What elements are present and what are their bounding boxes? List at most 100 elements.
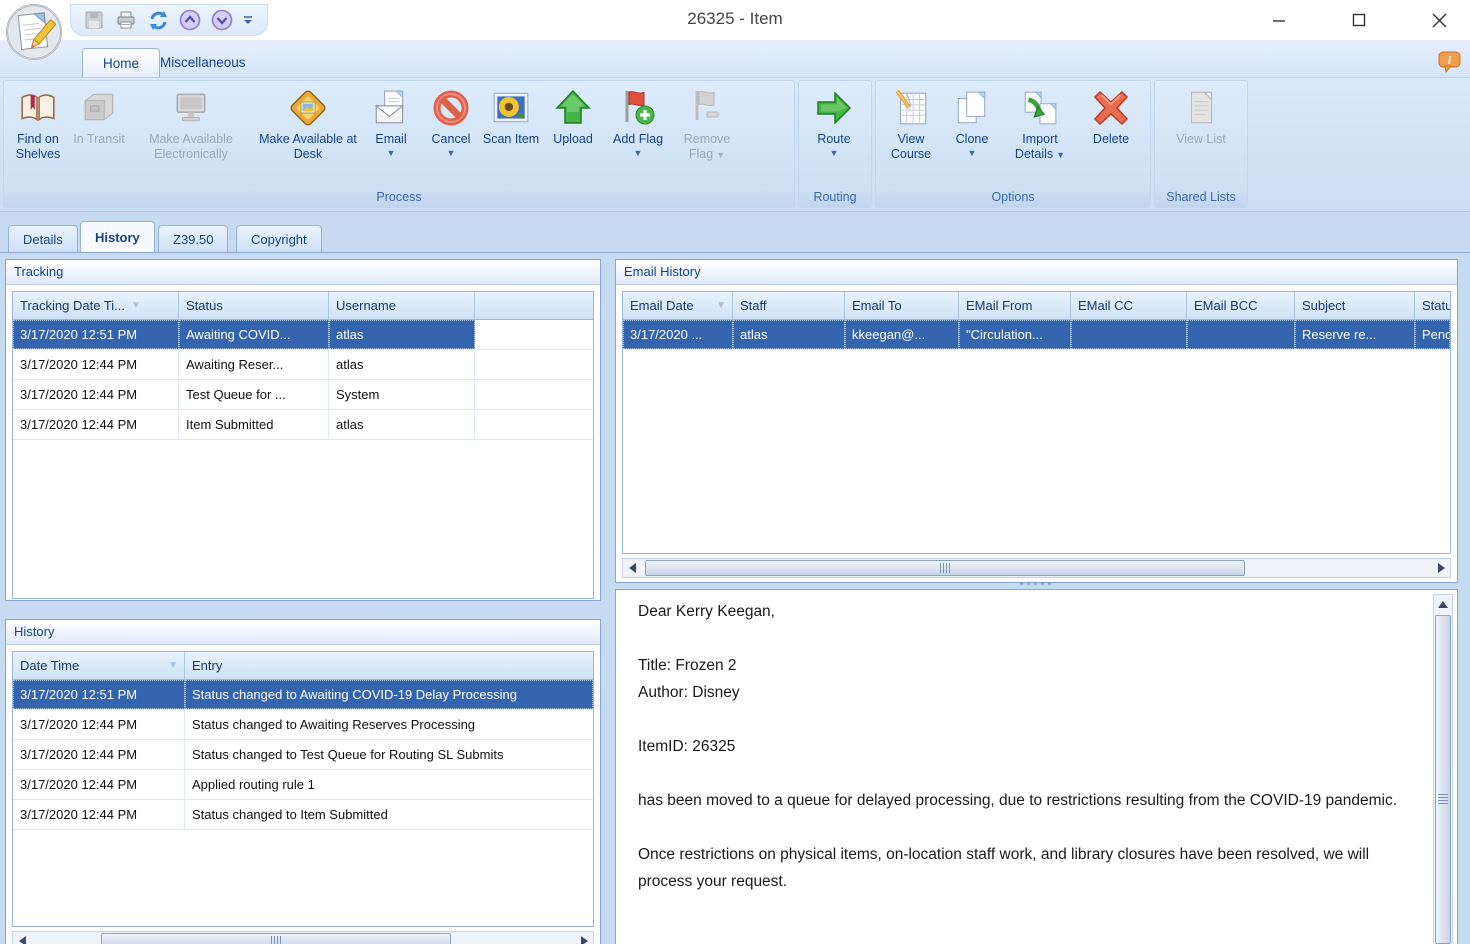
email-preview-panel: Dear Kerry Keegan, Title: Frozen 2 Autho… xyxy=(615,589,1458,944)
minimize-button[interactable] xyxy=(1256,5,1302,35)
column-header-email-date[interactable]: Email Date▼ xyxy=(623,292,733,319)
make-available-electronically-button: Make Available Electronically xyxy=(128,84,254,188)
tracking-grid-empty-space xyxy=(13,440,593,598)
close-button[interactable] xyxy=(1416,5,1462,35)
splitter-handle[interactable] xyxy=(1020,582,1051,585)
tracking-row[interactable]: 3/17/2020 12:51 PM Awaiting COVID... atl… xyxy=(13,320,593,350)
delete-button[interactable]: Delete xyxy=(1080,84,1142,188)
add-flag-button[interactable]: Add Flag ▼ xyxy=(606,84,670,188)
refresh-icon xyxy=(148,10,169,31)
refresh-button[interactable] xyxy=(145,7,171,33)
column-header-date-time[interactable]: Date Time▼ xyxy=(13,652,185,679)
column-header-subject[interactable]: Subject xyxy=(1295,292,1415,319)
remove-flag-button: Remove Flag▼ xyxy=(670,84,744,188)
import-details-button[interactable]: Import Details▼ xyxy=(1000,84,1080,188)
column-header-username[interactable]: Username xyxy=(329,292,475,319)
print-button[interactable] xyxy=(113,7,139,33)
maximize-button[interactable] xyxy=(1336,5,1382,35)
history-row[interactable]: 3/17/2020 12:44 PM Status changed to Awa… xyxy=(13,710,593,740)
history-grid: Date Time▼ Entry 3/17/2020 12:51 PM Stat… xyxy=(12,651,594,927)
thumb-grip xyxy=(940,563,950,573)
history-grid-header: Date Time▼ Entry xyxy=(13,652,593,680)
column-header-tracking-date[interactable]: Tracking Date Ti...▼ xyxy=(13,292,179,319)
history-row[interactable]: 3/17/2020 12:51 PM Status changed to Awa… xyxy=(13,680,593,710)
column-header-entry[interactable]: Entry xyxy=(185,652,593,679)
scroll-right-arrow[interactable] xyxy=(1432,559,1450,577)
email-body-text: Dear Kerry Keegan, Title: Frozen 2 Autho… xyxy=(638,598,1411,895)
application-icon[interactable] xyxy=(4,2,64,62)
email-history-row[interactable]: 3/17/2020 ... atlas kkeegan@... "Circula… xyxy=(623,320,1450,350)
history-row[interactable]: 3/17/2020 12:44 PM Status changed to Tes… xyxy=(13,740,593,770)
scrollbar-thumb[interactable] xyxy=(101,933,451,944)
column-header-email-to[interactable]: Email To xyxy=(845,292,959,319)
customize-quick-access-icon xyxy=(242,13,254,27)
tab-copyright[interactable]: Copyright xyxy=(236,225,322,252)
tab-z3950[interactable]: Z39.50 xyxy=(158,225,228,252)
email-icon xyxy=(372,87,410,129)
email-preview-vertical-scrollbar[interactable] xyxy=(1433,594,1453,944)
column-header-email-bcc[interactable]: EMail BCC xyxy=(1187,292,1295,319)
close-icon xyxy=(1432,13,1447,28)
scroll-left-arrow[interactable] xyxy=(13,932,31,944)
view-course-button[interactable]: View Course xyxy=(878,84,944,188)
item-form-icon xyxy=(4,2,64,62)
upload-button[interactable]: Upload xyxy=(540,84,606,188)
scroll-left-arrow[interactable] xyxy=(623,559,641,577)
scroll-up-arrow[interactable] xyxy=(1434,595,1452,613)
history-row[interactable]: 3/17/2020 12:44 PM Status changed to Ite… xyxy=(13,800,593,830)
column-header-email-cc[interactable]: EMail CC xyxy=(1071,292,1187,319)
email-paragraph: Dear Kerry Keegan, xyxy=(638,598,1411,625)
route-button[interactable]: Route ▼ xyxy=(801,84,867,188)
column-header-status[interactable]: Status xyxy=(179,292,329,319)
email-paragraph: has been moved to a queue for delayed pr… xyxy=(638,787,1411,814)
photo-icon xyxy=(491,87,531,129)
ribbon-group-routing: Route ▼ Routing xyxy=(798,80,872,208)
ribbon-group-process: Find on Shelves In Transit Make Availabl… xyxy=(3,80,795,208)
email-history-horizontal-scrollbar[interactable] xyxy=(622,558,1451,578)
clone-button[interactable]: Clone ▼ xyxy=(944,84,1000,188)
history-horizontal-scrollbar[interactable] xyxy=(12,931,594,944)
print-icon xyxy=(116,10,136,30)
tab-history[interactable]: History xyxy=(80,221,155,252)
history-row[interactable]: 3/17/2020 12:44 PM Applied routing rule … xyxy=(13,770,593,800)
dropdown-arrow-icon: ▼ xyxy=(1056,150,1065,160)
tracking-row[interactable]: 3/17/2020 12:44 PM Item Submitted atlas xyxy=(13,410,593,440)
email-history-grid-empty-space xyxy=(623,350,1450,554)
scrollbar-thumb[interactable] xyxy=(645,560,1245,576)
column-header-staff[interactable]: Staff xyxy=(733,292,845,319)
find-on-shelves-button[interactable]: Find on Shelves xyxy=(6,84,70,188)
left-arrow-icon xyxy=(629,563,636,573)
make-available-at-desk-button[interactable]: Make Available at Desk xyxy=(254,84,362,188)
column-header-email-from[interactable]: EMail From xyxy=(959,292,1071,319)
ribbon-tab-strip: Home Miscellaneous i xyxy=(0,40,1470,78)
email-paragraph: Title: Frozen 2 xyxy=(638,652,1411,679)
email-paragraph: ItemID: 26325 xyxy=(638,733,1411,760)
move-up-button[interactable] xyxy=(177,7,203,33)
email-button[interactable]: Email ▼ xyxy=(362,84,420,188)
move-down-button[interactable] xyxy=(209,7,235,33)
email-history-grid-header: Email Date▼ Staff Email To EMail From EM… xyxy=(623,292,1450,320)
history-panel-title: History xyxy=(6,620,600,645)
tracking-row[interactable]: 3/17/2020 12:44 PM Test Queue for ... Sy… xyxy=(13,380,593,410)
ribbon: Find on Shelves In Transit Make Availabl… xyxy=(0,78,1470,212)
scan-item-button[interactable]: Scan Item xyxy=(482,84,540,188)
tracking-grid-header: Tracking Date Ti...▼ Status Username xyxy=(13,292,593,320)
ribbon-tab-miscellaneous[interactable]: Miscellaneous xyxy=(140,48,266,77)
help-info-button[interactable]: i xyxy=(1438,51,1462,73)
gold-diamond-icon xyxy=(288,87,328,129)
column-header-status[interactable]: Status xyxy=(1415,292,1450,319)
customize-quick-access-button[interactable] xyxy=(241,7,255,33)
tab-details[interactable]: Details xyxy=(8,225,78,252)
course-grid-pencil-icon xyxy=(892,87,930,129)
green-right-arrow-icon xyxy=(814,87,854,129)
email-paragraph xyxy=(638,760,1411,787)
scrollbar-thumb[interactable] xyxy=(1435,615,1451,944)
email-history-panel: Email History Email Date▼ Staff Email To… xyxy=(615,259,1458,583)
move-down-icon xyxy=(211,9,233,31)
cancel-button[interactable]: Cancel ▼ xyxy=(420,84,482,188)
right-arrow-icon xyxy=(1438,563,1445,573)
tracking-row[interactable]: 3/17/2020 12:44 PM Awaiting Reser... atl… xyxy=(13,350,593,380)
thumb-grip xyxy=(271,936,281,944)
email-paragraph: Once restrictions on physical items, on-… xyxy=(638,841,1411,895)
scroll-right-arrow[interactable] xyxy=(575,932,593,944)
